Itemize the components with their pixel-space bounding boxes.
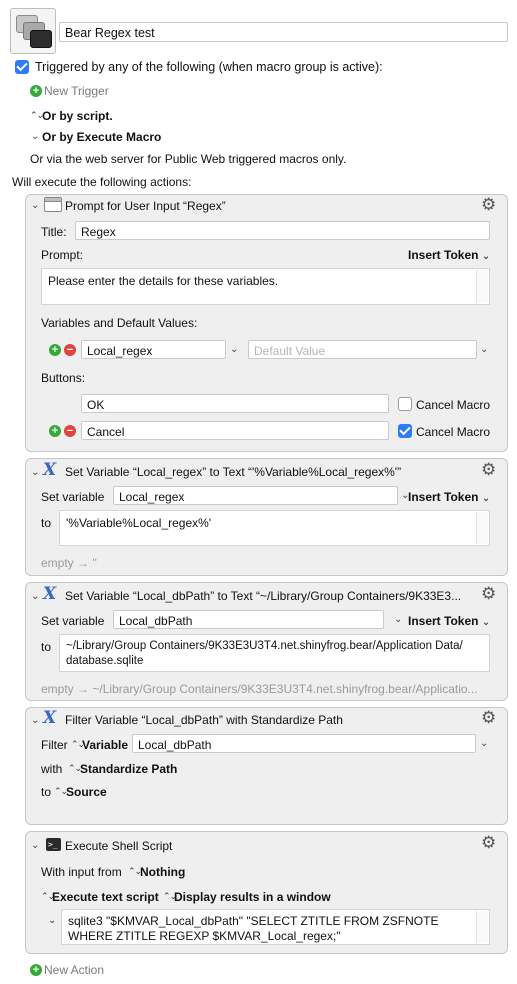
button-ok-field[interactable]: OK — [81, 394, 389, 413]
set-var2-title: Set Variable “Local_dbPath” to Text “~/L… — [65, 589, 462, 603]
cancel-cancel-macro-label: Cancel Macro — [416, 425, 491, 439]
or-by-execute-macro[interactable]: Or by Execute Macro — [42, 130, 161, 144]
collapse-chevron-icon[interactable]: ⌄ — [31, 467, 39, 478]
new-action-button[interactable]: New Action — [44, 963, 104, 977]
set-var1-preview: empty → '' — [41, 556, 97, 570]
insert-token-button[interactable]: Insert Token ⌄ — [408, 248, 490, 262]
to-label: to — [41, 516, 52, 530]
prompt-action-title: Prompt for User Input “Regex” — [65, 199, 226, 213]
window-icon — [44, 197, 62, 212]
gear-icon[interactable]: ⚙ — [481, 196, 496, 213]
filter-label: Filter — [41, 738, 68, 752]
terminal-icon: >_ — [46, 838, 61, 851]
cancel-cancel-macro-checkbox[interactable] — [398, 424, 412, 438]
set-var2-text-line2: database.sqlite — [66, 655, 144, 667]
with-label: with — [41, 762, 63, 776]
buttons-label: Buttons: — [41, 371, 86, 385]
collapse-chevron-icon[interactable]: ⌄ — [31, 200, 39, 211]
filter-variable-field[interactable]: Local_dbPath — [132, 734, 476, 753]
set-variable-label: Set variable — [41, 490, 105, 504]
execute-mode-popup[interactable]: Execute text script — [52, 890, 159, 904]
prompt-text: Please enter the details for these varia… — [48, 274, 279, 288]
filter-action-title: Filter Variable “Local_dbPath” with Stan… — [65, 713, 343, 727]
new-action-plus-icon[interactable]: + — [30, 964, 42, 976]
with-popup[interactable]: Standardize Path — [80, 762, 177, 776]
set-var1-title: Set Variable “Local_regex” to Text “'%Va… — [65, 465, 402, 479]
triggered-label: Triggered by any of the following (when … — [35, 60, 383, 74]
shell-action-title: Execute Shell Script — [65, 839, 173, 853]
collapse-chevron-icon[interactable]: ⌄ — [31, 840, 39, 851]
title-label: Title: — [41, 225, 67, 239]
set-var2-variable-field[interactable]: Local_dbPath — [113, 610, 384, 629]
set-variable-label: Set variable — [41, 614, 105, 628]
input-source-popup[interactable]: Nothing — [140, 865, 185, 879]
insert-token-button[interactable]: Insert Token ⌄ — [408, 614, 490, 628]
add-variable-plus-icon[interactable]: + — [49, 344, 61, 356]
to-label: to — [41, 785, 52, 799]
default-value-field[interactable]: Default Value — [248, 340, 477, 359]
ok-cancel-macro-checkbox[interactable] — [398, 397, 412, 411]
set-var1-variable-field[interactable]: Local_regex — [113, 486, 398, 505]
macro-icon[interactable] — [10, 8, 56, 54]
variable-dropdown-chevron-icon[interactable]: ⌄ — [230, 344, 238, 355]
variable-dropdown-chevron-icon[interactable]: ⌄ — [394, 614, 402, 625]
collapse-chevron-icon[interactable]: ⌄ — [31, 715, 39, 726]
prompt-label: Prompt: — [41, 248, 84, 262]
gear-icon[interactable]: ⚙ — [481, 709, 496, 726]
prompt-textarea[interactable]: Please enter the details for these varia… — [41, 268, 490, 305]
variable-x-icon: X — [43, 584, 57, 604]
to-label: to — [41, 640, 52, 654]
button-cancel-field[interactable]: Cancel — [81, 421, 389, 440]
remove-button-minus-icon[interactable]: − — [64, 425, 76, 437]
set-var2-text-line1: ~/Library/Group Containers/9K33E3U3T4.ne… — [66, 640, 463, 652]
default-dropdown-chevron-icon[interactable]: ⌄ — [480, 344, 488, 355]
gear-icon[interactable]: ⚙ — [481, 585, 496, 602]
to-popup[interactable]: Source — [66, 785, 107, 799]
web-server-note: Or via the web server for Public Web tri… — [30, 152, 347, 166]
chevron-down-icon[interactable]: ⌄ — [31, 131, 39, 142]
new-trigger-plus-icon[interactable]: + — [30, 85, 42, 97]
variable-x-icon: X — [43, 460, 57, 480]
set-var1-textarea[interactable]: '%Variable%Local_regex%' — [59, 510, 490, 546]
gear-icon[interactable]: ⚙ — [481, 834, 496, 851]
shell-script-textarea[interactable]: sqlite3 "$KMVAR_Local_dbPath" "SELECT ZT… — [61, 909, 490, 945]
with-input-label: With input from — [41, 865, 122, 879]
remove-variable-minus-icon[interactable]: − — [64, 344, 76, 356]
display-mode-popup[interactable]: Display results in a window — [174, 890, 331, 904]
or-by-script[interactable]: Or by script. — [42, 109, 113, 123]
set-var1-text: '%Variable%Local_regex%' — [66, 516, 212, 530]
variable-x-icon: X — [43, 708, 57, 728]
variable-name-field[interactable]: Local_regex — [81, 340, 226, 359]
variables-label: Variables and Default Values: — [41, 316, 198, 330]
macro-name-field[interactable]: Bear Regex test — [59, 22, 508, 42]
gear-icon[interactable]: ⚙ — [481, 461, 496, 478]
ok-cancel-macro-label: Cancel Macro — [416, 398, 491, 412]
variable-dropdown-chevron-icon[interactable]: ⌄ — [480, 738, 488, 749]
script-line1: sqlite3 "$KMVAR_Local_dbPath" "SELECT ZT… — [68, 914, 439, 928]
collapse-chevron-icon[interactable]: ⌄ — [31, 591, 39, 602]
set-var2-preview: empty → ~/Library/Group Containers/9K33E… — [41, 682, 478, 696]
title-field[interactable]: Regex — [75, 221, 490, 240]
new-trigger-button[interactable]: New Trigger — [44, 84, 109, 98]
set-var2-textarea[interactable]: ~/Library/Group Containers/9K33E3U3T4.ne… — [59, 634, 490, 672]
script-line2: WHERE ZTITLE REGEXP $KMVAR_Local_regex;" — [68, 929, 341, 943]
triggered-checkbox[interactable] — [15, 60, 29, 74]
filter-variable-popup[interactable]: Variable — [82, 738, 128, 752]
insert-token-button[interactable]: Insert Token ⌄ — [408, 490, 490, 504]
will-execute-label: Will execute the following actions: — [12, 175, 192, 189]
add-button-plus-icon[interactable]: + — [49, 425, 61, 437]
script-chevron-down-icon[interactable]: ⌄ — [48, 915, 56, 926]
